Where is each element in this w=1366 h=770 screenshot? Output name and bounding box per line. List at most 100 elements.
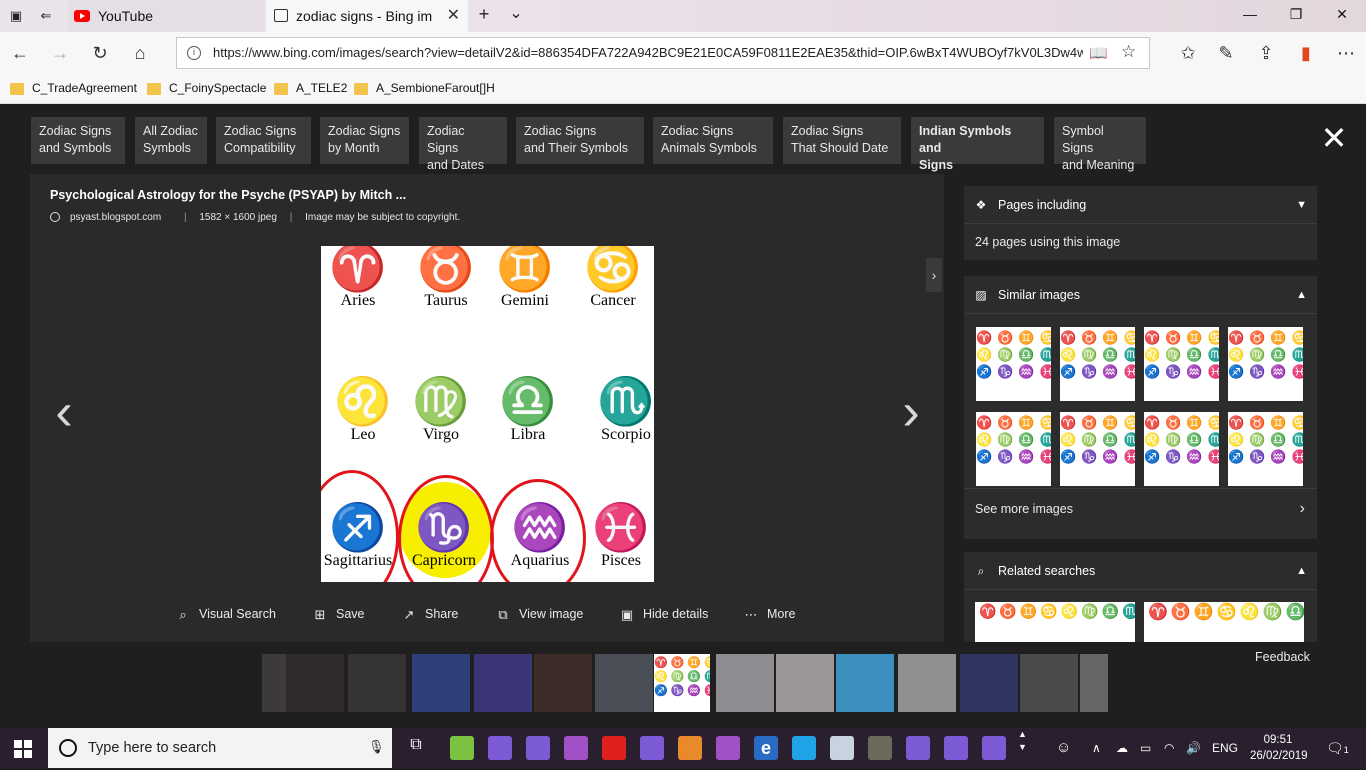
related-chip[interactable]: Zodiac Signs and Their Symbols [516, 117, 644, 164]
app-icon[interactable] [678, 736, 702, 760]
app-icon[interactable] [450, 736, 474, 760]
view-image-button[interactable]: ⧉ View image [496, 607, 583, 622]
network-drive-icon[interactable]: ☁ [1116, 728, 1128, 768]
zodiac-signs-image[interactable]: ♈ Aries ♉ Taurus ♊ Gemini ♋ Cancer ♌ Leo ♍ Vir… [321, 246, 654, 582]
new-tab-button[interactable]: + [476, 5, 492, 23]
close-window-button[interactable]: ✕ [1332, 6, 1352, 23]
volume-icon[interactable]: 🔊 [1186, 728, 1201, 768]
image-title[interactable]: Psychological Astrology for the Psyche (… [50, 188, 406, 202]
filmstrip-thumb[interactable] [960, 654, 1018, 712]
edge-browser-icon[interactable]: e [754, 736, 778, 760]
close-overlay-icon[interactable]: ✕ [1320, 122, 1348, 154]
similar-image-thumb[interactable]: ♈♉♊♋♌♍♎♏♐♑♒♓ [1228, 327, 1303, 401]
notifications-icon[interactable]: 🗨1 [1326, 728, 1349, 770]
related-chip[interactable]: Zodiac Signs Compatibility [216, 117, 311, 164]
battery-icon[interactable]: ▭ [1140, 728, 1151, 768]
tab-bing-images[interactable]: zodiac signs - Bing imag ✕ [266, 0, 468, 32]
office-icon[interactable]: ▮ [1294, 42, 1318, 64]
filmstrip-thumb[interactable] [474, 654, 532, 712]
filmstrip-thumb[interactable] [595, 654, 653, 712]
hide-details-button[interactable]: ▣ Hide details [620, 607, 708, 622]
similar-image-thumb[interactable]: ♈♉♊♋♌♍♎♏♐♑♒♓ [976, 327, 1051, 401]
similar-images-header[interactable]: ▨ Similar images ▲ [964, 276, 1317, 314]
save-button[interactable]: ⊞ Save [313, 607, 365, 622]
related-chip[interactable]: Zodiac Signs by Month [320, 117, 409, 164]
app-icon[interactable] [640, 736, 664, 760]
favorites-hub-icon[interactable]: ✩ [1176, 42, 1200, 64]
forward-button[interactable]: → [48, 42, 72, 64]
filmstrip-thumb[interactable] [286, 654, 344, 712]
minimize-button[interactable]: — [1240, 6, 1260, 22]
taskbar-search-box[interactable]: Type here to search 🎙 [48, 728, 392, 768]
share-icon[interactable]: ⇪ [1254, 42, 1278, 64]
related-search-thumb[interactable]: ♈♉♊♋♌♍♎♏ [1144, 602, 1304, 642]
reading-view-icon[interactable]: 📖 [1089, 44, 1108, 62]
microphone-icon[interactable]: 🎙 [368, 739, 385, 757]
related-chip[interactable]: Zodiac Signs and Dates [419, 117, 507, 172]
tab-youtube[interactable]: YouTube [68, 0, 264, 32]
language-indicator[interactable]: ENG [1212, 728, 1238, 768]
tray-expand-chevron-icon[interactable]: ∧ [1092, 728, 1101, 768]
related-searches-header[interactable]: ⌕ Related searches ▲ [964, 552, 1317, 590]
app-icon[interactable] [488, 736, 512, 760]
filmstrip-thumb[interactable] [898, 654, 956, 712]
pages-count[interactable]: 24 pages using this image [964, 224, 1317, 260]
app-icon[interactable] [564, 736, 588, 760]
image-source[interactable]: psyast.blogspot.com [70, 212, 161, 223]
more-button[interactable]: ⋯ More [744, 607, 796, 622]
bookmark-item[interactable]: C_TradeAgreement [10, 81, 137, 95]
filmstrip-thumb[interactable] [348, 654, 406, 712]
bookmark-item[interactable]: A_TELE2 [274, 81, 347, 95]
app-icon[interactable] [602, 736, 626, 760]
app-icon[interactable] [868, 736, 892, 760]
clock[interactable]: 09:51 26/02/2019 [1250, 732, 1308, 764]
related-search-thumb[interactable]: ♈♉♊♋♌♍♎♏ [975, 602, 1135, 642]
similar-image-thumb[interactable]: ♈♉♊♋♌♍♎♏♐♑♒♓ [976, 412, 1051, 486]
app-icon[interactable] [944, 736, 968, 760]
similar-image-thumb[interactable]: ♈♉♊♋♌♍♎♏♐♑♒♓ [1228, 412, 1303, 486]
app-icon[interactable] [716, 736, 740, 760]
pen-icon[interactable]: ✎ [1214, 42, 1238, 64]
bookmark-item[interactable]: C_FoinySpectacle [147, 81, 266, 95]
filmstrip-thumb-active[interactable]: ♈♉♊♋♌♍♎♏♐♑♒♓ [654, 654, 710, 712]
wifi-icon[interactable]: ◠ [1164, 728, 1174, 768]
app-icon[interactable] [906, 736, 930, 760]
share-button[interactable]: ↗ Share [402, 607, 459, 622]
back-button[interactable]: ← [8, 42, 32, 64]
bookmark-item[interactable]: A_SembioneFarout[]H [354, 81, 495, 95]
close-tab-icon[interactable]: ✕ [447, 0, 460, 32]
previous-image-chevron-icon[interactable]: ‹ [44, 386, 84, 438]
similar-image-thumb[interactable]: ♈♉♊♋♌♍♎♏♐♑♒♓ [1060, 412, 1135, 486]
related-chip[interactable]: Zodiac Signs Animals Symbols [653, 117, 773, 164]
favorite-star-icon[interactable]: ☆ [1121, 42, 1136, 62]
people-icon[interactable]: ☺ [1056, 728, 1071, 768]
related-chip[interactable]: Zodiac Signs That Should Date [783, 117, 901, 164]
next-image-chevron-icon[interactable]: › [891, 386, 931, 438]
filmstrip-thumb[interactable] [534, 654, 592, 712]
see-more-images-link[interactable]: See more images › [964, 488, 1317, 528]
tab-list-chevron-icon[interactable]: ⌄ [508, 6, 524, 22]
taskbar-scroll-icon[interactable]: ▲ ▼ [1018, 728, 1030, 754]
task-view-icon[interactable]: ⧉ [404, 736, 428, 760]
app-icon[interactable] [830, 736, 854, 760]
similar-image-thumb[interactable]: ♈♉♊♋♌♍♎♏♐♑♒♓ [1144, 327, 1219, 401]
filmstrip-thumb[interactable] [412, 654, 470, 712]
more-menu-icon[interactable]: ⋯ [1334, 42, 1358, 64]
feedback-link[interactable]: Feedback [1255, 650, 1310, 664]
restore-button[interactable]: ❐ [1286, 6, 1306, 23]
home-button[interactable]: ⌂ [128, 42, 152, 64]
filmstrip-thumb[interactable] [836, 654, 894, 712]
tab-actions-icon[interactable]: ▣ [8, 8, 24, 24]
filmstrip-thumb[interactable] [1080, 654, 1108, 712]
pages-including-header[interactable]: ❖ Pages including ▼ [964, 186, 1317, 224]
refresh-button[interactable]: ↻ [88, 42, 112, 64]
related-chip[interactable]: Zodiac Signs and Symbols [31, 117, 125, 164]
url-text[interactable]: https://www.bing.com/images/search?view=… [213, 38, 1083, 68]
related-chip[interactable]: Indian Symbols and Signs [911, 117, 1044, 172]
similar-image-thumb[interactable]: ♈♉♊♋♌♍♎♏♐♑♒♓ [1144, 412, 1219, 486]
filmstrip-thumb[interactable] [716, 654, 774, 712]
related-chip[interactable]: All Zodiac Symbols [135, 117, 207, 164]
windows-start-icon[interactable] [14, 740, 32, 758]
app-icon[interactable] [792, 736, 816, 760]
app-icon[interactable] [982, 736, 1006, 760]
